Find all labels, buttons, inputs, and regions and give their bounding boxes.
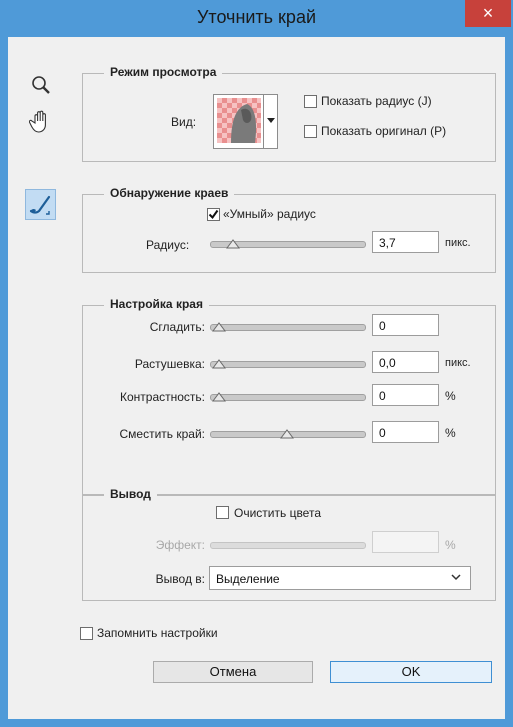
shift-edge-input[interactable]: 0 <box>372 421 439 443</box>
view-preview-thumbnail <box>217 98 261 143</box>
radius-label: Радиус: <box>146 238 190 252</box>
output-legend: Вывод <box>104 487 157 501</box>
decontaminate-checkbox[interactable] <box>216 506 229 519</box>
dialog-title: Уточнить край <box>196 7 317 27</box>
cancel-button[interactable]: Отмена <box>153 661 313 683</box>
picker-divider <box>263 95 264 148</box>
feather-input[interactable]: 0,0 <box>372 351 439 373</box>
view-mode-legend: Режим просмотра <box>104 65 223 79</box>
output-to-label: Вывод в: <box>155 572 205 586</box>
shift-edge-slider-thumb[interactable] <box>280 426 294 439</box>
amount-unit: % <box>445 538 456 552</box>
zoom-icon[interactable] <box>29 74 53 98</box>
feather-label: Растушевка: <box>134 357 205 371</box>
decontaminate-label[interactable]: Очистить цвета <box>234 506 321 520</box>
radius-unit: пикс. <box>445 237 471 249</box>
chevron-down-icon <box>267 118 275 123</box>
close-button[interactable]: × <box>465 0 511 27</box>
remember-settings-checkbox[interactable] <box>80 627 93 640</box>
shift-edge-unit: % <box>445 426 456 440</box>
dialog-body: Режим просмотра Вид: Показать радиус (J)… <box>8 37 505 719</box>
ok-button[interactable]: OK <box>330 661 492 683</box>
smooth-label: Сгладить: <box>149 320 205 334</box>
hand-icon[interactable] <box>28 109 53 135</box>
smooth-slider-track[interactable] <box>210 324 366 331</box>
show-radius-checkbox[interactable] <box>304 95 317 108</box>
smooth-input[interactable]: 0 <box>372 314 439 336</box>
output-to-value: Выделение <box>216 572 280 586</box>
refine-radius-brush-icon[interactable] <box>25 189 56 220</box>
contrast-slider-track[interactable] <box>210 394 366 401</box>
output-to-select[interactable]: Выделение <box>209 566 471 590</box>
radius-input[interactable]: 3,7 <box>372 231 439 253</box>
feather-slider-thumb[interactable] <box>212 356 226 369</box>
smart-radius-label-text: «Умный» радиус <box>223 207 316 221</box>
smart-radius-checkbox[interactable] <box>207 208 220 221</box>
feather-slider-track[interactable] <box>210 361 366 368</box>
amount-input <box>372 531 439 553</box>
contrast-unit: % <box>445 389 456 403</box>
shift-edge-label: Сместить край: <box>119 427 205 441</box>
amount-slider-track <box>210 542 366 549</box>
dialog-window: Уточнить край × Режим просмотра Вид: Пок… <box>0 0 513 727</box>
contrast-slider-thumb[interactable] <box>212 389 226 402</box>
show-radius-label[interactable]: Показать радиус (J) <box>321 94 432 108</box>
show-original-checkbox[interactable] <box>304 125 317 138</box>
adjust-edge-legend: Настройка края <box>104 297 209 311</box>
contrast-label: Контрастность: <box>119 390 205 404</box>
view-mode-group <box>82 73 496 162</box>
view-mode-picker[interactable] <box>213 94 278 149</box>
contrast-input[interactable]: 0 <box>372 384 439 406</box>
radius-slider-thumb[interactable] <box>225 236 240 249</box>
remember-settings-label[interactable]: Запомнить настройки <box>97 626 218 640</box>
amount-label: Эффект: <box>155 538 205 552</box>
smooth-slider-thumb[interactable] <box>212 319 226 332</box>
view-label: Вид: <box>171 115 197 129</box>
title-bar[interactable]: Уточнить край × <box>0 0 513 36</box>
chevron-down-icon <box>450 571 462 586</box>
edge-detection-legend: Обнаружение краев <box>104 186 235 200</box>
smart-radius-label[interactable]: «Умный» радиус <box>223 207 316 221</box>
show-original-label[interactable]: Показать оригинал (P) <box>321 124 446 138</box>
feather-unit: пикс. <box>445 357 471 369</box>
